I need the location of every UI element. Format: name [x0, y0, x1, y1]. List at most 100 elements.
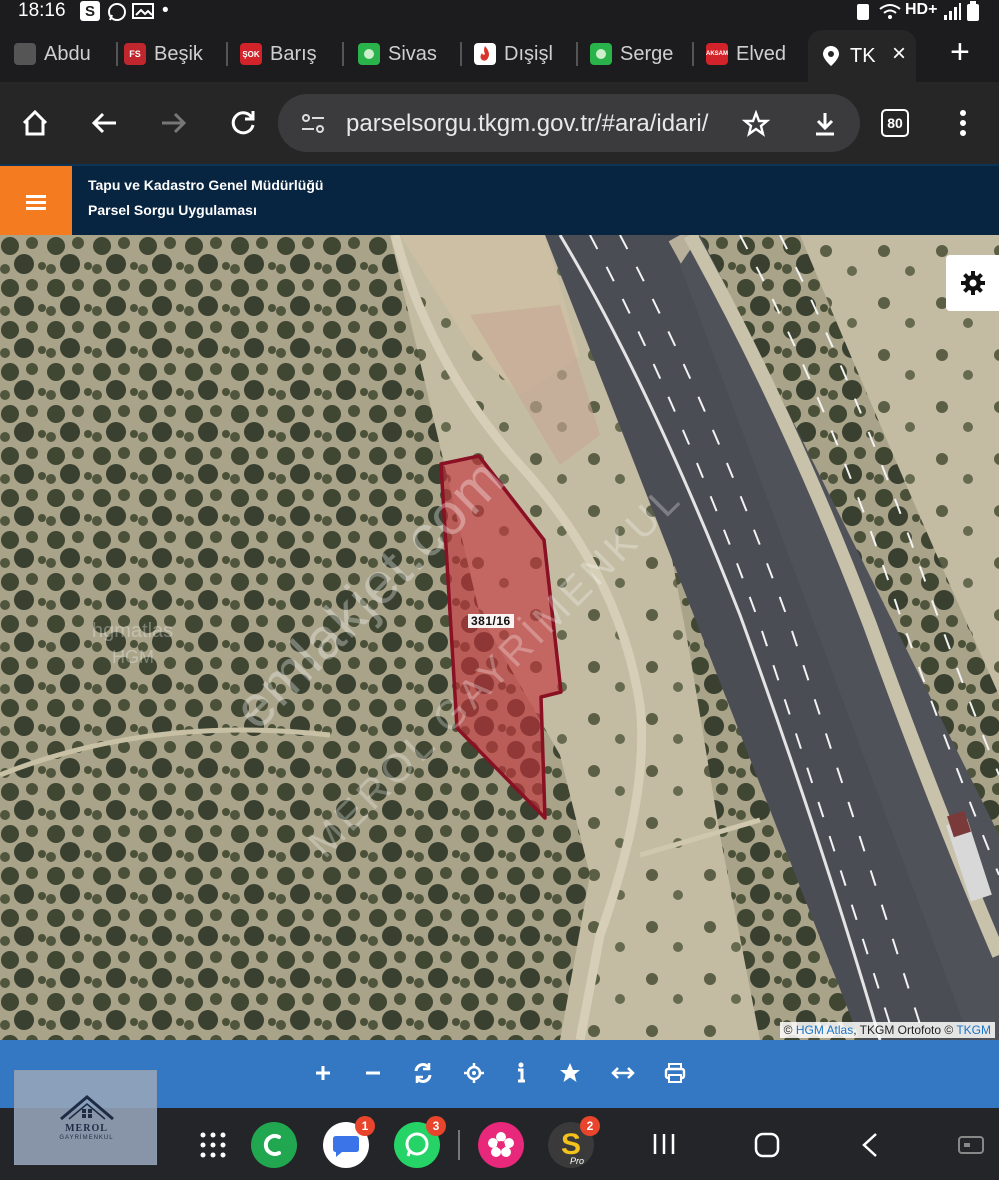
tab-divider — [342, 42, 344, 66]
hgm-atlas-link[interactable]: HGM Atlas — [796, 1023, 853, 1037]
more-menu-icon[interactable] — [953, 108, 973, 138]
tab-divider — [576, 42, 578, 66]
map-view[interactable]: 381/16 emlakjet.com MEROL GAYRİMENKUL hg… — [0, 235, 999, 1040]
status-bar: 18:16 S • HD+ — [0, 0, 999, 24]
hamburger-menu-button[interactable] — [0, 166, 72, 237]
battery-saver-icon — [857, 4, 869, 20]
apps-grid-icon[interactable] — [200, 1132, 226, 1158]
s-icon: S — [80, 1, 100, 21]
phone-app-icon[interactable] — [251, 1122, 297, 1168]
tab-divider — [692, 42, 694, 66]
nav-divider — [458, 1130, 460, 1160]
s-pro-app-icon[interactable]: S Pro 2 — [548, 1116, 600, 1168]
tab-divider — [226, 42, 228, 66]
map-pin-icon — [823, 46, 839, 66]
tab-divider — [460, 42, 462, 66]
reload-icon[interactable] — [228, 108, 258, 138]
tab-strip: Abdu FS Beşik ŞOK Barış Sivas Dışişl Ser… — [0, 26, 999, 82]
flame-icon — [474, 43, 496, 65]
bookmark-star-icon[interactable] — [742, 110, 770, 138]
tab-baris[interactable]: ŞOK Barış — [240, 34, 344, 74]
attribution-prefix: © — [783, 1023, 796, 1037]
back-icon[interactable] — [90, 108, 120, 138]
download-icon[interactable] — [812, 110, 838, 138]
locate-icon[interactable] — [459, 1058, 489, 1088]
house-roof-icon — [60, 1095, 114, 1121]
tab-label: Barış — [270, 42, 317, 65]
print-icon[interactable] — [660, 1058, 690, 1088]
tab-serge[interactable]: Serge — [590, 34, 694, 74]
site-subtitle: Parsel Sorgu Uygulaması — [88, 202, 257, 218]
green-dot-icon — [358, 43, 380, 65]
battery-icon — [967, 1, 979, 21]
refresh-icon[interactable] — [408, 1058, 438, 1088]
info-icon[interactable] — [506, 1058, 536, 1088]
map-attribution: © HGM Atlas, TKGM Ortofoto © TKGM — [779, 1022, 995, 1038]
notif-dot: • — [162, 0, 169, 21]
browser-toolbar: parselsorgu.tkgm.gov.tr/#ara/idari/ 80 — [0, 82, 999, 164]
close-tab-icon[interactable]: × — [892, 42, 906, 66]
tab-count-button[interactable]: 80 — [881, 109, 909, 137]
whatsapp-badge: 3 — [426, 1116, 446, 1136]
site-title: Tapu ve Kadastro Genel Müdürlüğü — [88, 177, 324, 193]
hgm-tile-watermark-2: HGM — [112, 647, 154, 667]
aksam-icon: AKSAM — [706, 43, 728, 65]
tab-label: TK — [850, 44, 876, 67]
forward-icon[interactable] — [158, 108, 188, 138]
flower-app-icon[interactable] — [478, 1122, 524, 1168]
back-nav-icon[interactable] — [860, 1132, 880, 1158]
tab-label: Abdu — [44, 42, 91, 65]
image-icon — [132, 3, 154, 19]
measure-icon[interactable] — [608, 1058, 638, 1088]
s-pro-badge: 2 — [580, 1116, 600, 1136]
merol-logo-watermark: MEROL GAYRİMENKUL — [14, 1070, 157, 1165]
tab-tkgm-active[interactable]: TK × — [808, 30, 916, 82]
new-tab-icon[interactable]: + — [950, 32, 970, 72]
logo-name: MEROL — [65, 1123, 108, 1134]
logo-sub: GAYRİMENKUL — [59, 1135, 114, 1141]
home-nav-icon[interactable] — [754, 1132, 780, 1158]
site-header: Tapu ve Kadastro Genel Müdürlüğü Parsel … — [0, 164, 999, 237]
tab-label: Beşik — [154, 42, 203, 65]
wifi-icon — [879, 4, 901, 19]
green-dot-icon — [590, 43, 612, 65]
whatsapp-icon — [108, 3, 126, 21]
screen: 18:16 S • HD+ Abdu FS Beşik ŞOK Barış Si… — [0, 0, 999, 1180]
tab-elveda[interactable]: AKSAM Elved — [706, 34, 804, 74]
site-settings-icon[interactable] — [300, 112, 326, 136]
tab-label: Elved — [736, 42, 787, 65]
messages-app-icon[interactable]: 1 — [323, 1116, 375, 1168]
gear-icon — [960, 271, 985, 295]
whatsapp-app-icon[interactable]: 3 — [394, 1116, 446, 1168]
tab-divider — [116, 42, 118, 66]
star-icon[interactable] — [555, 1058, 585, 1088]
tab-abdu[interactable]: Abdu — [14, 34, 118, 74]
network-type: HD+ — [905, 1, 938, 18]
keyboard-toggle-icon[interactable] — [958, 1136, 984, 1154]
tkgm-link[interactable]: TKGM — [956, 1023, 991, 1037]
status-time: 18:16 — [18, 0, 66, 21]
map-settings-button[interactable] — [946, 255, 999, 311]
home-icon[interactable] — [20, 108, 50, 138]
signal-icon — [944, 3, 961, 20]
tab-label: Serge — [620, 42, 674, 65]
recents-icon[interactable] — [652, 1132, 676, 1156]
attribution-middle: , TKGM Ortofoto © — [853, 1023, 957, 1037]
tab-sivas[interactable]: Sivas — [358, 34, 462, 74]
tab-label: Sivas — [388, 42, 437, 65]
hgm-tile-watermark: hgmatlas — [92, 620, 174, 642]
tab-disisleri[interactable]: Dışişl — [474, 34, 578, 74]
zoom-out-icon[interactable] — [358, 1058, 388, 1088]
tab-label: Dışişl — [504, 42, 553, 65]
abdu-icon — [14, 43, 36, 65]
sok-icon: ŞOK — [240, 43, 262, 65]
url-text: parselsorgu.tkgm.gov.tr/#ara/idari/ — [346, 110, 709, 137]
parcel-label: 381/16 — [468, 614, 514, 628]
address-bar[interactable]: parselsorgu.tkgm.gov.tr/#ara/idari/ — [278, 94, 860, 152]
s-pro-sublabel: Pro — [569, 1156, 584, 1166]
hamburger-icon — [26, 194, 46, 210]
zoom-in-icon[interactable] — [308, 1058, 338, 1088]
tab-besik[interactable]: FS Beşik — [124, 34, 228, 74]
messages-badge: 1 — [355, 1116, 375, 1136]
fs-icon: FS — [124, 43, 146, 65]
